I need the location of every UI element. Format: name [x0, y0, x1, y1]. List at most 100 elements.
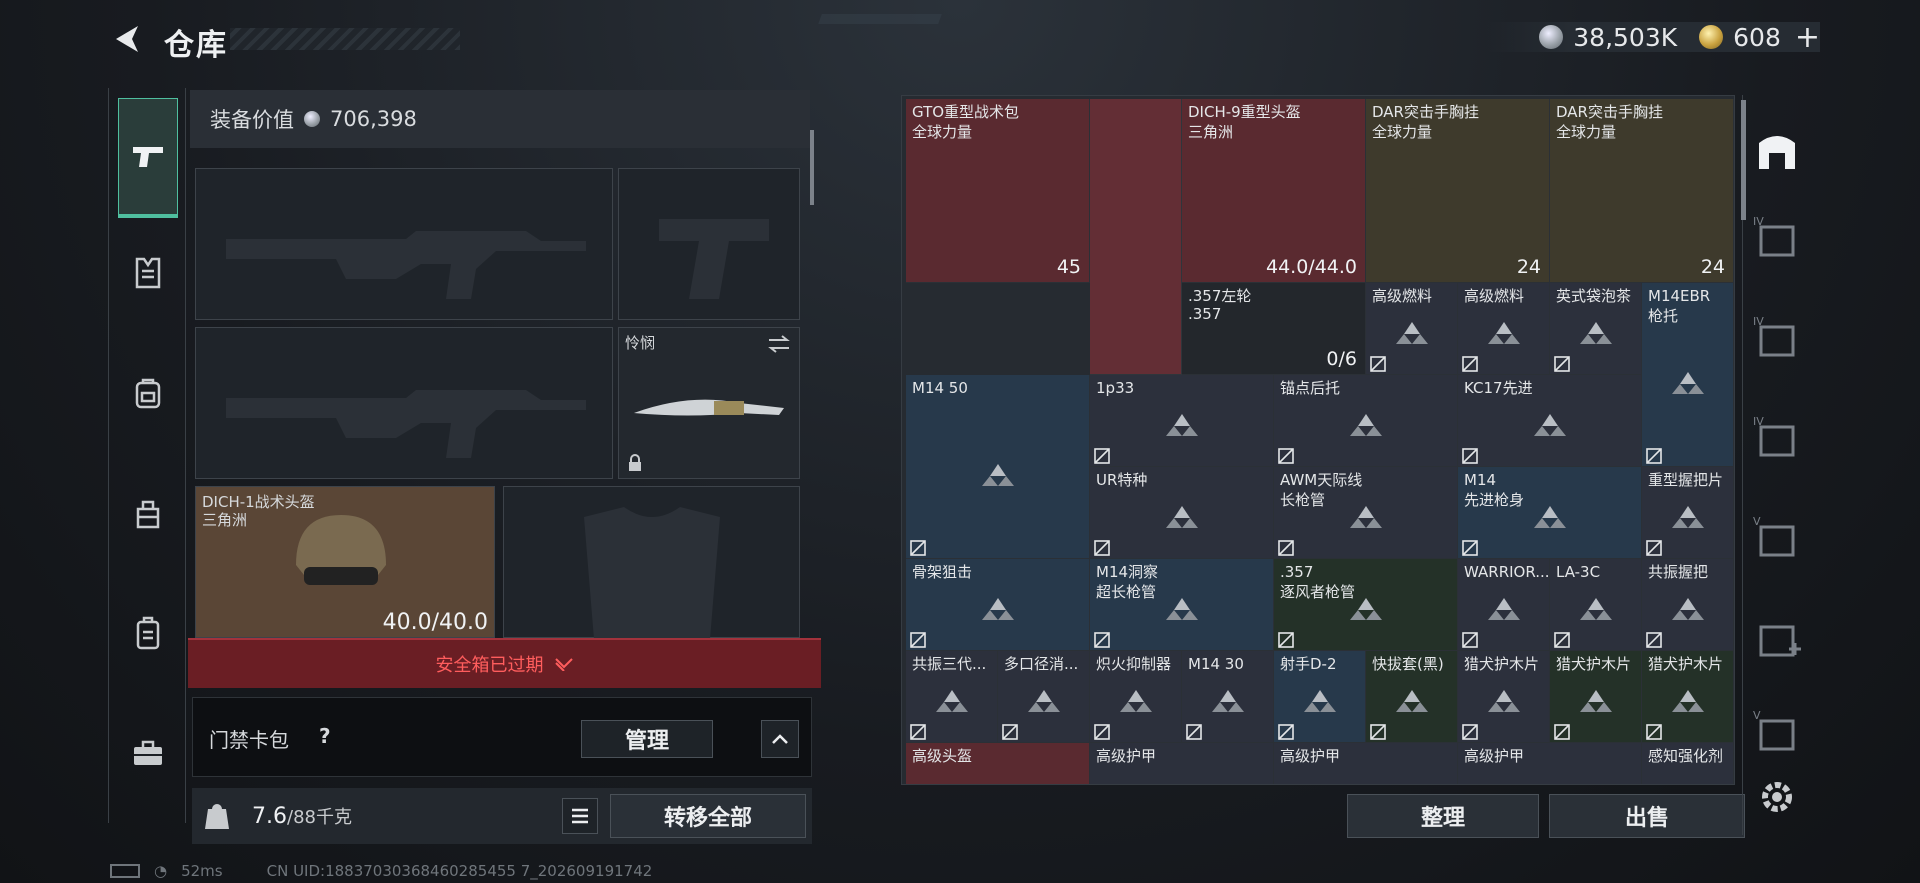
storage-add-icon[interactable] [1751, 613, 1803, 665]
storage-iv-icon[interactable]: IV [1751, 313, 1803, 365]
inventory-item[interactable]: AWM天际线 长枪管 [1274, 467, 1458, 559]
item-placeholder-icon [981, 462, 1015, 486]
rail-case[interactable] [118, 603, 178, 663]
equipment-scrollbar[interactable] [810, 130, 814, 205]
item-placeholder-icon [1487, 320, 1521, 345]
title-decoration [230, 28, 460, 50]
helmet-icon [296, 515, 386, 585]
svg-text:IV: IV [1753, 315, 1764, 328]
inventory-item[interactable]: DAR突击手胸挂 全球力量 24 [1550, 99, 1734, 283]
inventory-item[interactable]: M14 先进枪身 [1458, 467, 1642, 559]
inventory-item[interactable]: M14 30 [1182, 651, 1274, 743]
item-name: 猎犬护木片 [1464, 655, 1540, 673]
inventory-item[interactable]: UR特种 [1090, 467, 1274, 559]
inventory-item[interactable]: 快拔套(黑) [1366, 651, 1458, 743]
keycard-help-icon[interactable]: ? [319, 724, 331, 748]
inventory-item[interactable]: 猎犬护木片 [1550, 651, 1642, 743]
sell-button[interactable]: 出售 [1549, 794, 1745, 838]
manage-button[interactable]: 管理 [581, 720, 713, 758]
rail-toolbox[interactable] [118, 723, 178, 783]
no-trade-icon [1646, 724, 1662, 740]
equipment-value-label: 装备价值 [210, 108, 294, 132]
secondary-weapon-slot[interactable] [195, 327, 613, 479]
inventory-item[interactable]: DAR突击手胸挂 全球力量 24 [1366, 99, 1550, 283]
inventory-item[interactable]: 猎犬护木片 [1642, 651, 1734, 743]
rail-vest[interactable] [118, 243, 178, 303]
inventory-item[interactable]: 高级燃料 [1366, 283, 1458, 375]
item-name: 高级护甲 [1096, 747, 1157, 765]
inventory-item[interactable]: GTO重型战术包 全球力量 45 [906, 99, 1090, 283]
pistol-icon [133, 146, 163, 167]
item-placeholder-icon [1579, 688, 1613, 713]
sort-button[interactable]: 整理 [1347, 794, 1539, 838]
battery-icon [110, 864, 140, 878]
inventory-item[interactable]: LA-3C [1550, 559, 1642, 651]
item-name: 骨架狙击 [912, 563, 973, 581]
inventory-item[interactable]: 炽火抑制器 [1090, 651, 1182, 743]
transfer-all-button[interactable]: 转移全部 [610, 794, 806, 838]
item-placeholder-icon [1671, 688, 1705, 713]
inventory-item[interactable]: 共振三代... [906, 651, 998, 743]
inventory-item[interactable]: 重型握把片 [1642, 467, 1734, 559]
inventory-item[interactable]: 1p33 [1090, 375, 1274, 467]
item-name: .357左轮 [1188, 287, 1252, 305]
melee-slot[interactable]: 怜悯 [618, 327, 800, 479]
no-trade-icon [1554, 724, 1570, 740]
inventory-item[interactable]: KC17先进 [1458, 375, 1642, 467]
inventory-item[interactable]: 高级头盔 [906, 743, 1090, 784]
inventory-item[interactable]: 多口径消... [998, 651, 1090, 743]
item-subtitle: 三角洲 [1188, 123, 1234, 141]
case-icon [136, 616, 160, 650]
inventory-item[interactable]: WARRIOR... [1458, 559, 1550, 651]
swap-icon[interactable] [767, 334, 791, 354]
no-trade-icon [1094, 632, 1110, 648]
collapse-button[interactable] [761, 720, 799, 758]
add-currency-button[interactable]: + [1795, 20, 1820, 55]
inventory-item[interactable]: M14洞察 超长枪管 [1090, 559, 1274, 651]
item-name: 感知强化剂 [1648, 747, 1724, 765]
helmet-slot[interactable]: DICH-1战术头盔 三角洲 40.0/40.0 [195, 486, 495, 638]
inventory-item[interactable]: M14 50 [906, 375, 1090, 559]
rail-backpack[interactable] [118, 363, 178, 423]
item-name: 射手D-2 [1280, 655, 1337, 673]
storage-v-icon[interactable]: V [1751, 707, 1803, 759]
storage-v-icon[interactable]: V [1751, 513, 1803, 565]
inventory-item[interactable]: 锚点后托 [1274, 375, 1458, 467]
pistol-slot[interactable] [618, 168, 800, 320]
status-bar: ◔ 52ms CN UID:18837030368460285455 7_202… [110, 862, 652, 880]
inventory-item[interactable]: .357 逐风者枪管 [1274, 559, 1458, 651]
inventory-item[interactable]: M14EBR 枪托 [1642, 283, 1734, 467]
list-view-button[interactable] [562, 798, 598, 834]
back-arrow-icon[interactable] [110, 22, 144, 56]
inventory-item[interactable]: 骨架狙击 [906, 559, 1090, 651]
item-quantity: 44.0/44.0 [1265, 256, 1357, 278]
inventory-item[interactable]: 感知强化剂 [1642, 743, 1734, 784]
item-name: 高级护甲 [1464, 747, 1525, 765]
chevron-up-icon [772, 734, 788, 744]
inventory-item[interactable]: 高级护甲 [1274, 743, 1458, 784]
inventory-item[interactable]: 猎犬护木片 [1458, 651, 1550, 743]
inventory-item[interactable]: 高级燃料 [1458, 283, 1550, 375]
item-name: GTO重型战术包 [912, 103, 1020, 121]
inventory-item[interactable]: 高级护甲 [1458, 743, 1642, 784]
inventory-item[interactable]: 英式袋泡茶 [1550, 283, 1642, 375]
warehouse-icon[interactable] [1751, 125, 1803, 177]
inventory-item[interactable]: .357左轮 .357 0/6 [1182, 283, 1366, 375]
rail-pouch[interactable] [118, 483, 178, 543]
inventory-item[interactable]: 高级护甲 [1090, 743, 1274, 784]
settings-gear-icon[interactable] [1755, 775, 1799, 819]
safebox-expired-banner[interactable]: 安全箱已过期 [188, 638, 821, 688]
inventory-item[interactable]: DICH-9重型头盔 三角洲 44.0/44.0 [1182, 99, 1366, 283]
primary-weapon-slot[interactable] [195, 168, 613, 320]
ping-value: 52ms [181, 862, 223, 880]
armor-slot[interactable] [503, 486, 800, 639]
inventory-item[interactable]: 共振握把 [1642, 559, 1734, 651]
inventory-item[interactable]: 射手D-2 [1274, 651, 1366, 743]
item-name: M14EBR [1648, 287, 1711, 305]
backpack-icon [135, 378, 161, 409]
storage-iv-icon[interactable]: IV [1751, 213, 1803, 265]
storage-iv-icon[interactable]: IV [1751, 413, 1803, 465]
inventory-scrollbar[interactable] [1741, 100, 1746, 220]
item-quantity: 24 [1516, 256, 1541, 278]
rail-weapons[interactable] [118, 98, 178, 218]
